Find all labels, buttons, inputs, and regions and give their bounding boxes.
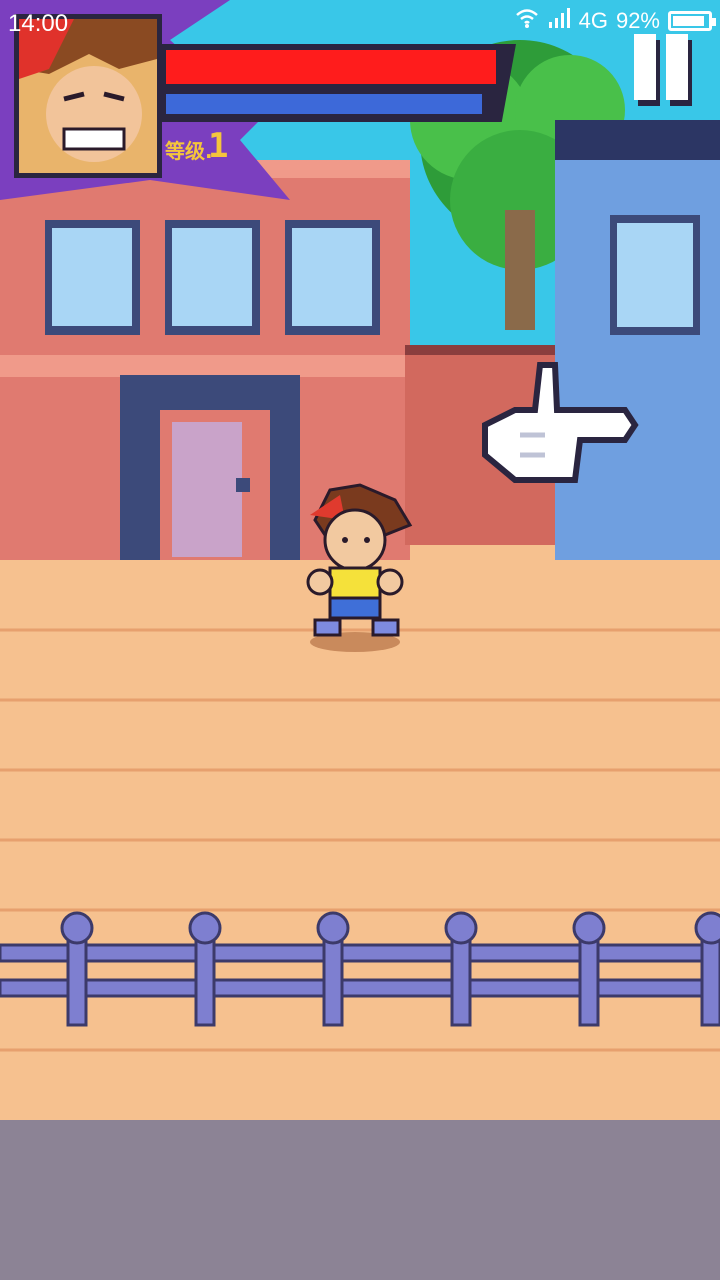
health-bar [166, 50, 496, 84]
road [0, 1120, 720, 1280]
status-time: 14:00 [8, 10, 69, 37]
level-label: 等级. [165, 139, 213, 163]
battery-percent: 92% [615, 8, 660, 33]
level-value: 1 [208, 126, 229, 166]
mana-bar [166, 94, 482, 114]
network-type: 4G [578, 8, 608, 33]
wifi-icon [515, 8, 539, 34]
player-character[interactable] [285, 480, 425, 660]
railing [0, 911, 720, 1027]
signal-icon [547, 8, 571, 34]
right-building [555, 120, 720, 570]
battery-icon [668, 11, 716, 31]
pointing-hand-icon [482, 362, 639, 483]
status-bar: 14:00 4G 92% [0, 0, 720, 48]
